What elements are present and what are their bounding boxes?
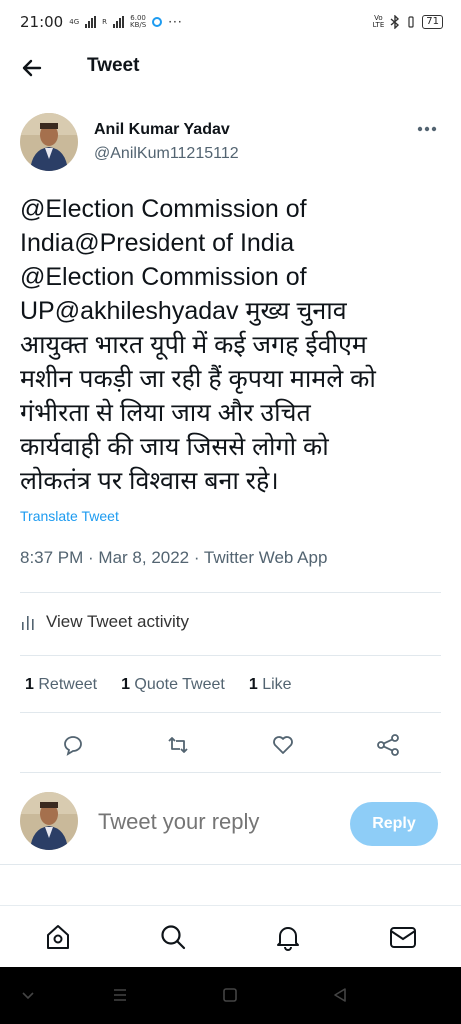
signal-icon — [85, 16, 97, 28]
divider — [20, 772, 441, 773]
quotes-stat[interactable]: 1 Quote Tweet — [121, 676, 225, 694]
top-header: Tweet — [0, 44, 461, 90]
comment-icon[interactable] — [60, 732, 86, 758]
bluetooth-icon — [390, 15, 400, 29]
divider — [20, 592, 441, 593]
tweet-author: Anil Kumar Yadav @AnilKum11215112 — [20, 113, 441, 175]
network-r-label: R — [102, 17, 107, 26]
tweet-actions — [0, 732, 461, 764]
square-icon[interactable] — [220, 985, 240, 1005]
retweets-count: 1 — [25, 676, 34, 693]
triangle-back-icon[interactable] — [330, 985, 350, 1005]
system-nav-bar — [0, 967, 461, 1024]
battery-indicator: 71 — [422, 15, 443, 29]
menu-icon[interactable] — [110, 985, 130, 1005]
share-icon[interactable] — [375, 732, 401, 758]
vibrate-icon — [408, 16, 414, 28]
speed-unit: KB/S — [130, 21, 147, 29]
divider — [0, 864, 461, 865]
bar-chart-icon — [22, 616, 34, 630]
notification-icon — [152, 17, 163, 27]
likes-label: Like — [262, 676, 292, 693]
volte-label-bottom: LTE — [372, 21, 385, 29]
status-time: 21:00 — [20, 13, 64, 31]
more-options-icon[interactable] — [415, 119, 439, 139]
home-icon[interactable] — [43, 922, 73, 952]
heart-icon[interactable] — [270, 732, 296, 758]
view-tweet-activity[interactable]: View Tweet activity — [20, 612, 189, 632]
retweet-icon[interactable] — [165, 732, 191, 758]
retweets-stat[interactable]: 1 Retweet — [25, 676, 97, 694]
mail-icon[interactable] — [388, 922, 418, 952]
translate-tweet-link[interactable]: Translate Tweet — [20, 508, 119, 524]
search-icon[interactable] — [158, 922, 188, 952]
author-handle[interactable]: @AnilKum11215112 — [94, 145, 239, 163]
reply-composer: Reply — [20, 790, 441, 854]
retweets-label: Retweet — [38, 676, 98, 693]
reply-input[interactable] — [96, 808, 340, 836]
likes-count: 1 — [248, 676, 258, 693]
quotes-count: 1 — [121, 676, 130, 693]
tweet-stats: 1 Retweet 1 Quote Tweet 1 Like — [25, 676, 292, 694]
back-arrow-icon[interactable] — [18, 54, 46, 82]
divider — [20, 712, 441, 713]
status-bar: 21:00 4G R 6.00 KB/S ··· Vo LTE 71 — [0, 0, 461, 44]
author-name[interactable]: Anil Kumar Yadav — [94, 121, 230, 139]
divider — [20, 655, 441, 656]
likes-stat[interactable]: 1 Like — [249, 676, 292, 694]
more-notifications: ··· — [168, 15, 183, 29]
reply-button[interactable]: Reply — [350, 802, 438, 846]
page-title: Tweet — [87, 55, 140, 76]
author-avatar[interactable] — [20, 113, 78, 171]
tweet-timestamp: 8:37 PM · Mar 8, 2022 · Twitter Web App — [20, 548, 328, 567]
signal-icon-2 — [113, 16, 124, 28]
bell-icon[interactable] — [273, 922, 303, 952]
tweet-text: @Election Commission of India@President … — [20, 195, 376, 495]
network-4g-label: 4G — [69, 17, 80, 26]
chevron-down-icon[interactable] — [18, 985, 38, 1005]
user-avatar[interactable] — [20, 792, 78, 850]
quotes-label: Quote Tweet — [134, 676, 225, 693]
activity-label: View Tweet activity — [46, 612, 189, 631]
bottom-tab-bar — [0, 905, 461, 968]
